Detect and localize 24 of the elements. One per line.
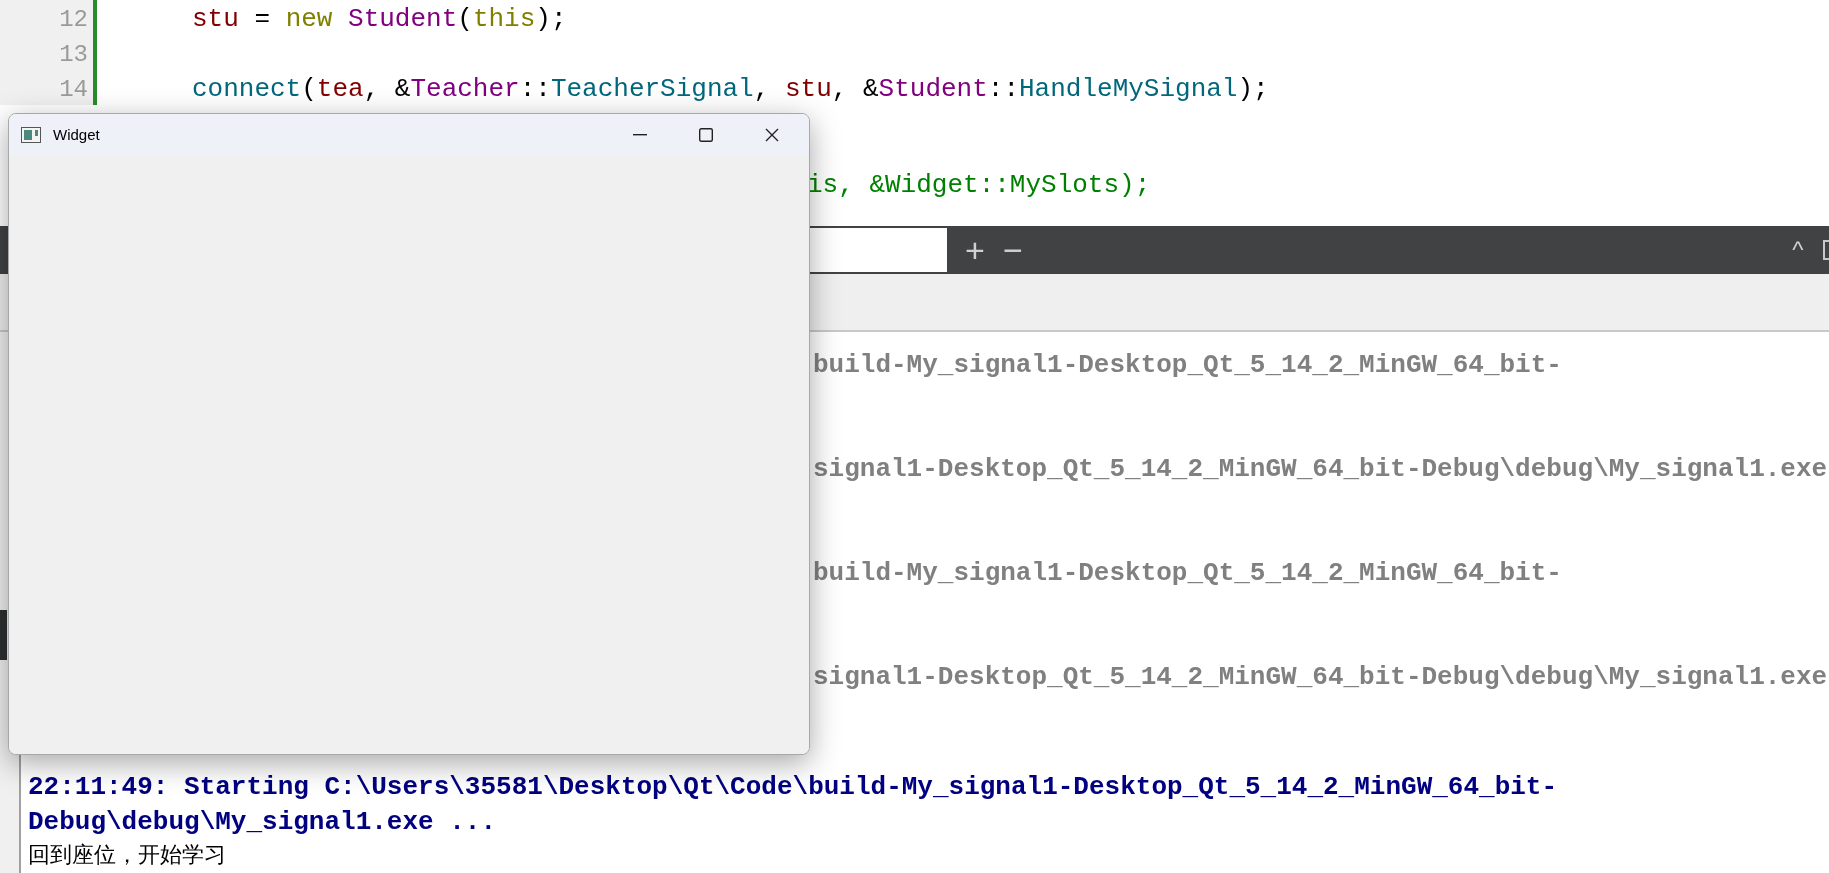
- add-button[interactable]: +: [961, 230, 989, 270]
- collapse-button[interactable]: ^: [1783, 230, 1813, 270]
- line-number: 14: [58, 74, 88, 105]
- maximize-icon: [699, 128, 713, 142]
- minimize-icon: [633, 134, 647, 136]
- filter-field[interactable]: [807, 228, 947, 272]
- output-line: 22:11:49: Starting C:\Users\35581\Desktop\Qt\Code\build-My_signal1-Desktop_Qt_5_14_2_MinGW_64_bit-: [28, 772, 1558, 802]
- window-title: Widget: [53, 124, 100, 145]
- panel-edge: [0, 610, 7, 660]
- close-icon: [765, 128, 779, 142]
- app-icon: [21, 127, 41, 143]
- code-line: stu = new Student(this);: [192, 3, 567, 36]
- output-line: build-My_signal1-Desktop_Qt_5_14_2_MinGW_64_bit-: [813, 558, 1562, 588]
- code-line: is, &Widget::MySlots);: [807, 169, 1151, 202]
- output-line: signal1-Desktop_Qt_5_14_2_MinGW_64_bit-Debug\debug\My_signal1.exe: [813, 454, 1828, 484]
- line-number: 13: [58, 39, 88, 70]
- output-line: signal1-Desktop_Qt_5_14_2_MinGW_64_bit-Debug\debug\My_signal1.exe: [813, 662, 1828, 692]
- window-icon[interactable]: [1823, 240, 1829, 260]
- output-line: Debug\debug\My_signal1.exe ...: [28, 807, 497, 837]
- remove-button[interactable]: −: [999, 230, 1027, 270]
- output-line: build-My_signal1-Desktop_Qt_5_14_2_MinGW_64_bit-: [813, 350, 1562, 380]
- line-number: 12: [58, 4, 88, 35]
- output-line: 回到座位，开始学习: [28, 842, 226, 867]
- code-line: connect(tea, &Teacher::TeacherSignal, stu, &Student::HandleMySignal);: [192, 73, 1269, 106]
